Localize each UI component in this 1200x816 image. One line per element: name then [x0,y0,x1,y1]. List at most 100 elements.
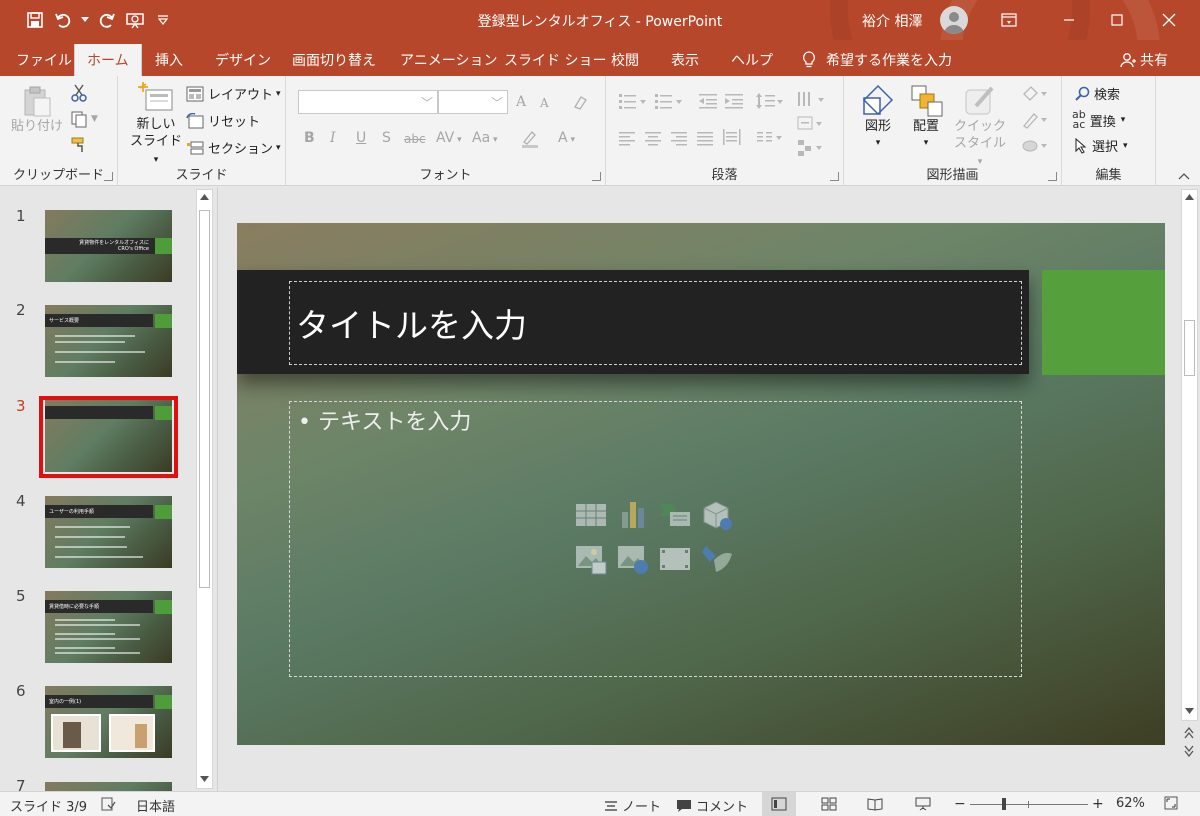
highlight-icon[interactable] [520,130,542,148]
tab-review[interactable]: 校閲 [599,44,651,76]
tab-view[interactable]: 表示 [659,44,711,76]
user-name[interactable]: 裕介 相澤 [862,11,922,31]
shapes-button[interactable]: 図形 ▾ [856,84,900,152]
save-icon[interactable] [24,9,46,31]
align-right-icon[interactable] [670,130,688,146]
scroll-up-icon[interactable] [200,194,209,200]
title-placeholder[interactable]: タイトルを入力 [289,281,1022,365]
zoom-slider[interactable] [970,798,1088,810]
copy-button[interactable]: ▼ [70,110,98,128]
numbering-icon[interactable] [654,92,684,110]
scrollbar-thumb[interactable] [1184,320,1195,376]
change-case-button[interactable]: Aa ▾ [472,130,498,146]
smartart-icon[interactable] [796,138,826,158]
text-shadow-button[interactable]: S [382,130,391,146]
next-slide-icon[interactable] [1184,745,1194,757]
undo-dropdown-icon[interactable] [80,9,90,31]
scroll-down-icon[interactable] [200,776,209,782]
comments-button[interactable]: コメント [676,796,748,815]
slide-thumbnail-2[interactable]: サービス概要 [45,305,172,377]
shape-fill-icon[interactable] [1020,84,1050,104]
section-button[interactable]: セクション ▾ [186,138,281,157]
italic-button[interactable]: I [330,130,336,146]
columns-icon[interactable] [756,130,784,146]
replace-button[interactable]: ab ac 置換 ▾ [1072,109,1125,130]
tab-design[interactable]: デザイン [203,44,283,76]
font-name-combo[interactable]: ﹀ [298,90,438,114]
scroll-up-icon[interactable] [1185,194,1194,200]
collapse-ribbon-icon[interactable] [1178,172,1190,180]
maximize-icon[interactable] [1094,0,1140,40]
avatar[interactable] [940,6,968,34]
select-button[interactable]: 選択 ▾ [1074,136,1128,155]
previous-slide-icon[interactable] [1184,727,1194,739]
normal-view-button[interactable] [762,792,796,816]
share-button[interactable]: 共有 [1108,44,1180,76]
layout-button[interactable]: レイアウト ▾ [186,84,281,103]
notes-button[interactable]: ノート [604,796,661,815]
scrollbar-thumb[interactable] [199,210,210,588]
slideshow-button[interactable] [906,792,940,816]
reset-button[interactable]: リセット [186,111,260,130]
bullets-icon[interactable] [618,92,648,110]
increase-indent-icon[interactable] [724,92,744,110]
insert-picture-icon[interactable] [574,542,608,576]
insert-video-icon[interactable] [658,542,692,576]
current-slide[interactable]: タイトルを入力 • テキストを入力 [237,223,1165,745]
insert-3d-model-icon[interactable] [700,498,734,532]
fit-to-window-icon[interactable] [1164,796,1178,810]
align-center-icon[interactable] [644,130,662,146]
slide-thumbnail-1[interactable]: 賃貸物件をレンタルオフィスに CRO's Office [45,210,172,282]
content-placeholder[interactable]: • テキストを入力 [289,401,1022,677]
slide-thumbnail-7[interactable] [45,782,172,791]
decrease-indent-icon[interactable] [698,92,718,110]
redo-icon[interactable] [96,9,118,31]
shape-outline-icon[interactable] [1020,110,1050,130]
insert-online-picture-icon[interactable] [616,542,650,576]
minimize-icon[interactable] [1046,0,1092,40]
slide-sorter-button[interactable] [812,792,846,816]
distributed-icon[interactable] [722,128,742,146]
tab-help[interactable]: ヘルプ [719,44,785,76]
zoom-in-button[interactable]: + [1092,796,1104,812]
slide-scrollbar[interactable] [1181,189,1198,721]
find-button[interactable]: 検索 [1074,84,1120,103]
clipboard-launcher-icon[interactable] [104,172,113,181]
slide-thumbnail-6[interactable]: 室内の一例(1) [45,686,172,758]
slide-thumbnail-5[interactable]: 賃貸借時に必要な手順 [45,591,172,663]
thumbnail-scrollbar[interactable] [196,189,213,789]
insert-icons-icon[interactable] [700,542,734,576]
slide-thumbnail-4[interactable]: ユーザーの利用手順 [45,496,172,568]
drawing-launcher-icon[interactable] [1048,172,1057,181]
shrink-font-button[interactable]: A [540,96,549,110]
justify-icon[interactable] [696,130,714,146]
zoom-slider-thumb[interactable] [1002,798,1007,810]
undo-icon[interactable] [52,9,74,31]
zoom-out-button[interactable]: − [954,796,966,812]
grow-font-button[interactable]: A [516,94,526,110]
insert-smartart-icon[interactable] [658,498,692,532]
paragraph-launcher-icon[interactable] [830,172,839,181]
bold-button[interactable]: B [304,130,315,146]
accessibility-icon[interactable] [100,796,116,812]
tab-home[interactable]: ホーム [74,44,142,76]
text-direction-icon[interactable] [796,90,826,110]
zoom-level[interactable]: 62% [1116,796,1145,811]
align-text-icon[interactable] [796,114,826,134]
new-slide-button[interactable]: 新しい スライド ▾ [128,82,184,169]
align-left-icon[interactable] [618,130,636,146]
font-color-button[interactable]: A ▾ [558,130,575,146]
insert-chart-icon[interactable] [616,498,650,532]
close-icon[interactable] [1146,0,1192,40]
line-spacing-icon[interactable] [756,92,784,110]
font-launcher-icon[interactable] [592,172,601,181]
present-from-start-icon[interactable] [124,9,146,31]
tab-file[interactable]: ファイル [4,44,84,76]
strikethrough-button[interactable]: abc [404,132,426,146]
scroll-down-icon[interactable] [1185,708,1194,714]
character-spacing-button[interactable]: AV ▾ [436,130,462,146]
font-size-combo[interactable]: ﹀ [438,90,508,114]
quick-styles-button[interactable]: クイック スタイル ▾ [950,84,1010,171]
paste-button[interactable]: 貼り付け [10,84,64,135]
customize-qat-icon[interactable] [152,9,174,31]
